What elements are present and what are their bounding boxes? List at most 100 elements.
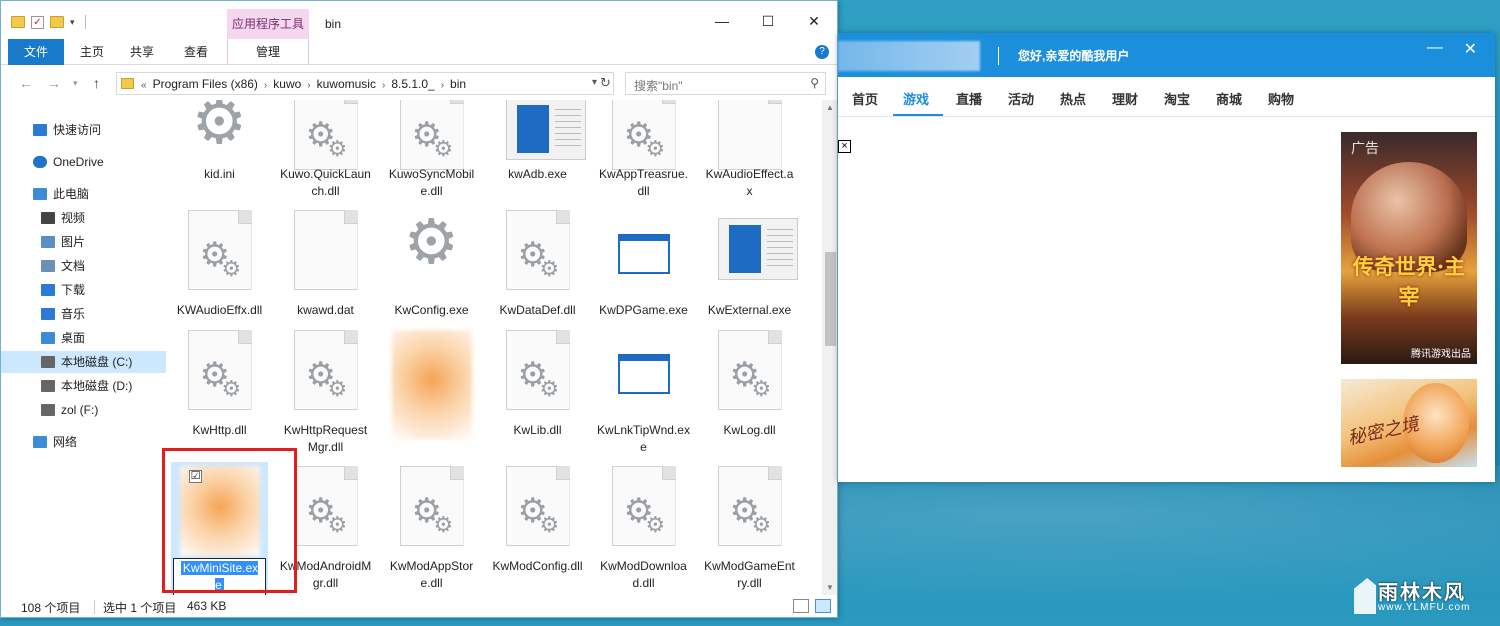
nav-item[interactable]: 快速访问 [1, 119, 166, 141]
breadcrumb-item[interactable]: kuwomusic [317, 77, 376, 91]
file-item[interactable]: KwLnkTipWnd.exe [595, 326, 692, 460]
maximize-button[interactable]: ☐ [745, 7, 791, 35]
status-divider [94, 600, 95, 614]
folder-icon[interactable] [11, 16, 25, 28]
file-item[interactable]: kwawd.dat [277, 206, 374, 340]
nav-item[interactable]: 桌面 [1, 327, 166, 349]
close-ad-icon[interactable]: × [838, 140, 851, 153]
nav-item[interactable]: zol (F:) [1, 399, 166, 421]
kuwo-tab[interactable]: 首页 [852, 89, 878, 108]
minimize-button[interactable]: — [699, 7, 745, 35]
chevron-right-icon[interactable]: › [441, 80, 444, 91]
nav-item[interactable]: 本地磁盘 (C:) [1, 351, 166, 373]
file-name: KwAppTreasrue.dll [599, 167, 688, 198]
file-name: KwModConfig.dll [492, 559, 583, 573]
file-item[interactable]: ⚙ ⚙ KwLog.dll [701, 326, 798, 460]
kuwo-tab[interactable]: 理财 [1112, 89, 1138, 108]
refresh-icon[interactable]: ↻ [600, 75, 614, 91]
vertical-scrollbar[interactable]: ▲ ▼ [822, 100, 837, 595]
kuwo-tab[interactable]: 活动 [1008, 89, 1034, 108]
tab-share[interactable]: 共享 [121, 39, 163, 65]
search-input[interactable]: 搜索"bin" [634, 77, 683, 94]
nav-item-label: 网络 [53, 435, 78, 449]
drive-icon [41, 404, 55, 416]
file-item[interactable]: KwDPGame.exe [595, 206, 692, 340]
context-tab-app-tools[interactable]: 应用程序工具 [227, 9, 309, 39]
file-item[interactable]: ⚙ ⚙ KWAudioEffx.dll [171, 206, 268, 340]
breadcrumb-overflow-icon[interactable]: « [141, 80, 147, 91]
chevron-right-icon[interactable]: › [264, 80, 267, 91]
file-item[interactable]: ⚙ ⚙ KwHttp.dll [171, 326, 268, 460]
nav-item[interactable]: 音乐 [1, 303, 166, 325]
file-item[interactable]: KwAudioEffect.ax [701, 100, 798, 204]
customize-toolbar-icon[interactable]: ▾ [70, 17, 75, 28]
large-icons-view-icon[interactable] [815, 599, 831, 613]
nav-item[interactable]: 网络 [1, 431, 166, 453]
up-arrow-icon[interactable]: ↑ [93, 75, 100, 91]
file-item[interactable] [383, 326, 480, 460]
nav-item[interactable]: 下载 [1, 279, 166, 301]
scrollbar-thumb[interactable] [825, 252, 836, 346]
chevron-right-icon[interactable]: › [307, 80, 310, 91]
file-item[interactable]: ⚙ kid.ini [171, 100, 268, 204]
minimize-button[interactable]: — [1427, 39, 1443, 57]
file-item[interactable]: ⚙ ⚙ KwModConfig.dll [489, 462, 586, 595]
file-item[interactable]: ⚙ ⚙ KwAppTreasrue.dll [595, 100, 692, 204]
file-item[interactable]: ⚙ ⚙ KwModGameEntry.dll [701, 462, 798, 595]
back-arrow-icon[interactable]: ← [19, 75, 33, 91]
scroll-up-icon[interactable]: ▲ [826, 103, 834, 112]
help-icon[interactable]: ? [815, 45, 829, 59]
game-ad-banner[interactable]: 广告 传奇世界·主宰 腾讯游戏出品 [1341, 132, 1477, 364]
kuwo-tab[interactable]: 直播 [956, 89, 982, 108]
recent-locations-icon[interactable]: ▾ [73, 78, 78, 89]
breadcrumb-item[interactable]: bin [450, 77, 466, 91]
search-icon[interactable]: ⚲ [810, 76, 819, 90]
nav-item[interactable]: 视频 [1, 207, 166, 229]
kuwo-tab[interactable]: 热点 [1060, 89, 1086, 108]
file-item[interactable]: ⚙ ⚙ Kuwo.QuickLaunch.dll [277, 100, 374, 204]
scroll-down-icon[interactable]: ▼ [826, 583, 834, 592]
kuwo-header: 您好,亲爱的酷我用户 — ✕ [838, 33, 1495, 77]
tab-manage[interactable]: 管理 [227, 39, 309, 65]
game-ad-banner-2[interactable]: 秘密之境 [1341, 379, 1477, 467]
tab-view[interactable]: 查看 [175, 39, 217, 65]
file-item[interactable]: ⚙ ⚙ KwHttpRequestMgr.dll [277, 326, 374, 460]
tab-home[interactable]: 主页 [71, 39, 113, 65]
nav-item[interactable]: 此电脑 [1, 183, 166, 205]
breadcrumb-item[interactable]: 8.5.1.0_ [391, 77, 434, 91]
details-view-icon[interactable] [793, 599, 809, 613]
file-item[interactable]: kwAdb.exe [489, 100, 586, 204]
kuwo-tab[interactable]: 淘宝 [1164, 89, 1190, 108]
file-item[interactable]: ⚙ KwConfig.exe [383, 206, 480, 340]
file-item[interactable]: ⚙ ⚙ KwModDownload.dll [595, 462, 692, 595]
properties-icon[interactable]: ✓ [31, 15, 44, 29]
video-icon [41, 212, 55, 224]
kuwo-tab[interactable]: 游戏 [903, 89, 929, 108]
nav-item[interactable]: 本地磁盘 (D:) [1, 375, 166, 397]
file-item[interactable]: ⚙ ⚙ KwModAppStore.dll [383, 462, 480, 595]
new-folder-icon[interactable] [50, 16, 64, 28]
file-item[interactable]: KwExternal.exe [701, 206, 798, 340]
breadcrumb-item[interactable]: kuwo [273, 77, 301, 91]
close-button[interactable]: ✕ [1464, 39, 1477, 59]
dll-file-icon: ⚙ ⚙ [293, 330, 358, 410]
breadcrumb-item[interactable]: Program Files (x86) [153, 77, 258, 91]
close-button[interactable]: ✕ [791, 7, 837, 35]
chevron-right-icon[interactable]: › [382, 80, 385, 91]
forward-arrow-icon[interactable]: → [47, 75, 61, 91]
kuwo-tab[interactable]: 购物 [1268, 89, 1294, 108]
file-item[interactable]: ⚙ ⚙ KuwoSyncMobile.dll [383, 100, 480, 204]
file-item[interactable]: ⚙ ⚙ KwDataDef.dll [489, 206, 586, 340]
nav-item[interactable]: OneDrive [1, 151, 166, 173]
nav-item[interactable]: 文档 [1, 255, 166, 277]
address-bar[interactable]: « Program Files (x86) › kuwo › kuwomusic › 8.5.… [116, 72, 614, 95]
file-item[interactable]: ⚙ ⚙ KwLib.dll [489, 326, 586, 460]
nav-item[interactable]: 图片 [1, 231, 166, 253]
search-box[interactable]: 搜索"bin" ⚲ [625, 72, 826, 95]
nav-item-label: 快速访问 [53, 123, 102, 137]
kuwo-tab[interactable]: 商城 [1216, 89, 1242, 108]
file-name: KwDataDef.dll [499, 303, 576, 317]
tab-file[interactable]: 文件 [8, 39, 64, 65]
blurred-icon [391, 330, 472, 440]
address-dropdown-icon[interactable]: ▾ [592, 77, 597, 88]
